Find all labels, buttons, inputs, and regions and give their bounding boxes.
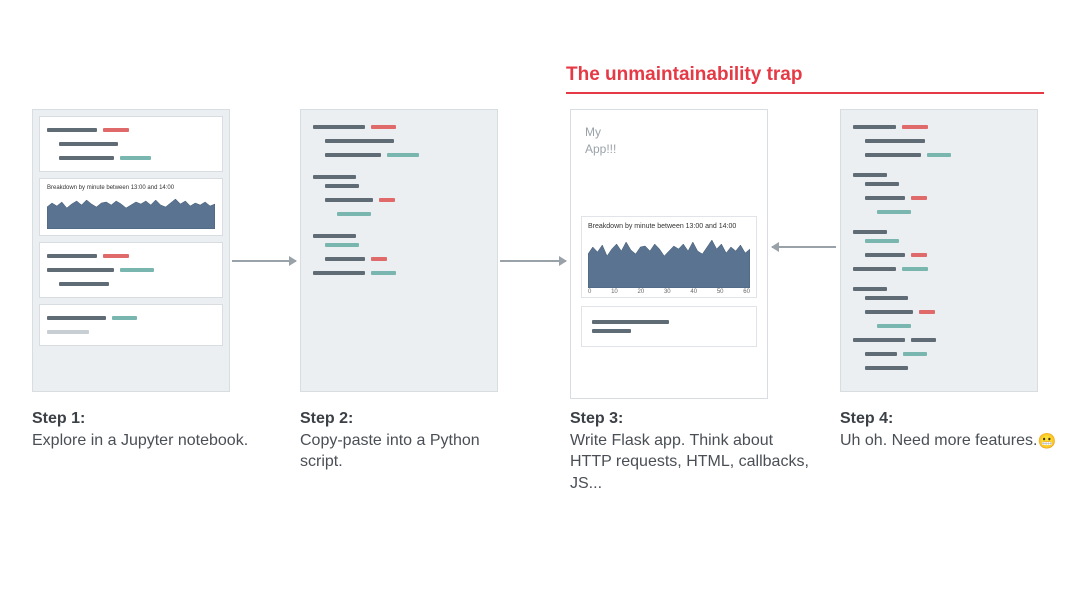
- notebook-cell: [39, 242, 223, 298]
- app-title: My App!!!: [571, 110, 767, 160]
- step-text: Uh oh. Need more features.: [840, 432, 1037, 449]
- app-footer-card: [581, 306, 757, 347]
- chart-title: Breakdown by minute between 13:00 and 14…: [47, 185, 215, 191]
- caption-step4: Step 4: Uh oh. Need more features.😬: [840, 408, 1060, 452]
- code-block: [841, 110, 1037, 385]
- step-label: Step 2:: [300, 410, 353, 427]
- grimace-emoji-icon: 😬: [1037, 433, 1056, 450]
- app-title-line1: My: [585, 125, 601, 139]
- caption-step3: Step 3: Write Flask app. Think about HTT…: [570, 408, 810, 494]
- arrow-step2-to-step3: [500, 260, 566, 262]
- chart-title: Breakdown by minute between 13:00 and 14…: [588, 223, 750, 230]
- step-label: Step 4:: [840, 410, 893, 427]
- notebook-cell: [39, 304, 223, 346]
- caption-step2: Step 2: Copy-paste into a Python script.: [300, 408, 520, 473]
- step-text: Copy-paste into a Python script.: [300, 432, 480, 471]
- mini-area-chart: Breakdown by minute between 13:00 and 14…: [588, 223, 750, 295]
- diagram-stage: The unmaintainability trap Breakdown by …: [0, 0, 1080, 608]
- step-label: Step 1:: [32, 410, 85, 427]
- app-title-line2: App!!!: [585, 142, 616, 156]
- panel-step1-notebook: Breakdown by minute between 13:00 and 14…: [32, 109, 230, 392]
- panel-step2-script: [300, 109, 498, 392]
- caption-step1: Step 1: Explore in a Jupyter notebook.: [32, 408, 252, 451]
- panel-step3-flask-app: My App!!! Breakdown by minute between 13…: [570, 109, 768, 399]
- code-block: [301, 110, 497, 290]
- panel-step4-more-code: [840, 109, 1038, 392]
- step-text: Explore in a Jupyter notebook.: [32, 432, 248, 449]
- notebook-cell-chart: Breakdown by minute between 13:00 and 14…: [39, 178, 223, 236]
- arrow-step4-to-step3: [772, 246, 836, 248]
- notebook-cell: [39, 116, 223, 172]
- app-chart-card: Breakdown by minute between 13:00 and 14…: [581, 216, 757, 298]
- chart-svg: [47, 193, 215, 229]
- trap-header: The unmaintainability trap: [566, 64, 1044, 94]
- chart-x-ticks: 0 10 20 30 40 50 60: [588, 289, 750, 295]
- arrow-step1-to-step2: [232, 260, 296, 262]
- step-text: Write Flask app. Think about HTTP reques…: [570, 432, 809, 492]
- chart-svg: [588, 232, 750, 288]
- step-label: Step 3:: [570, 410, 623, 427]
- mini-area-chart: Breakdown by minute between 13:00 and 14…: [47, 185, 215, 229]
